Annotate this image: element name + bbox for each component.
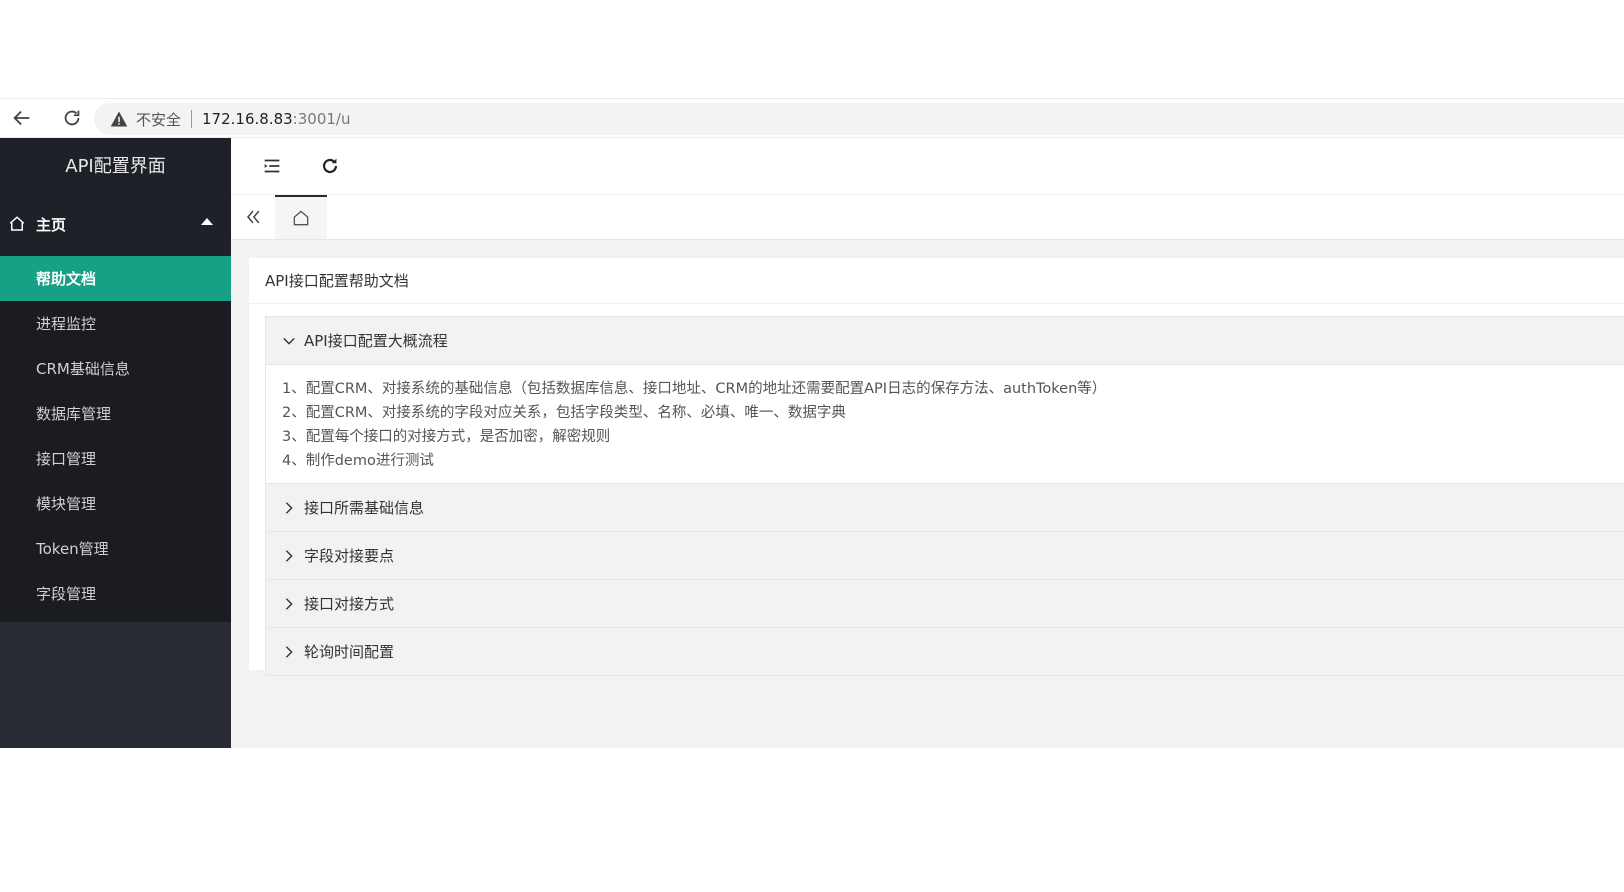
collapse-title-label: API接口配置大概流程 <box>304 332 448 350</box>
sidebar-item-database-management[interactable]: 数据库管理 <box>0 391 231 436</box>
sidebar-item-module-management[interactable]: 模块管理 <box>0 481 231 526</box>
chevron-right-icon <box>282 645 296 659</box>
tab-scroll-left-button[interactable] <box>231 195 275 239</box>
double-chevron-left-icon <box>247 210 260 224</box>
flow-step: 4、制作demo进行测试 <box>282 453 434 469</box>
collapse-panel: API接口配置大概流程 1、配置CRM、对接系统的基础信息（包括数据库信息、接口… <box>265 316 1624 676</box>
back-button[interactable] <box>0 98 44 138</box>
tab-home[interactable] <box>275 195 327 239</box>
sidebar-item-process-monitor[interactable]: 进程监控 <box>0 301 231 346</box>
warning-icon <box>110 110 128 128</box>
sidebar-menu-home[interactable]: 主页 <box>0 192 231 256</box>
browser-toolbar: 不安全 172.16.8.83 :3001/u <box>0 98 1624 138</box>
chevron-down-icon <box>282 334 296 348</box>
sidebar-submenu: 帮助文档 进程监控 CRM基础信息 数据库管理 接口管理 模块管理 Token管… <box>0 256 231 622</box>
collapse-title-label: 接口所需基础信息 <box>304 499 425 517</box>
reload-icon <box>64 110 80 126</box>
app: API配置界面 主页 帮助文档 进程监控 CRM基础信息 数据库管理 接口管理 … <box>0 138 1624 748</box>
collapse-item: 接口对接方式 <box>266 580 1624 628</box>
main-area: API接口配置帮助文档 API接口配置大概流程 1、配置CRM、对接系统的基础信… <box>231 138 1624 748</box>
refresh-icon <box>322 158 338 174</box>
collapse-title-label: 接口对接方式 <box>304 595 395 613</box>
url-host: 172.16.8.83 <box>202 110 293 128</box>
url-path: :3001/u <box>292 110 351 128</box>
sidebar-item-help-docs[interactable]: 帮助文档 <box>0 256 231 301</box>
card-title: API接口配置帮助文档 <box>249 258 1624 304</box>
collapse-title-basic-info[interactable]: 接口所需基础信息 <box>266 484 1624 531</box>
collapse-item: 字段对接要点 <box>266 532 1624 580</box>
collapse-item: 轮询时间配置 <box>266 628 1624 675</box>
flow-step: 1、配置CRM、对接系统的基础信息（包括数据库信息、接口地址、CRM的地址还需要… <box>282 381 1107 397</box>
collapse-title-interface-method[interactable]: 接口对接方式 <box>266 580 1624 627</box>
collapse-title-polling-config[interactable]: 轮询时间配置 <box>266 628 1624 675</box>
flow-step: 2、配置CRM、对接系统的字段对应关系，包括字段类型、名称、必填、唯一、数据字典 <box>282 405 846 421</box>
address-input[interactable]: 不安全 172.16.8.83 :3001/u <box>94 103 1624 135</box>
top-toolbar <box>231 138 1624 194</box>
arrow-left-icon <box>13 110 30 126</box>
tab-bar <box>231 194 1624 240</box>
sidebar-item-field-management[interactable]: 字段管理 <box>0 571 231 616</box>
collapse-title-config-flow[interactable]: API接口配置大概流程 <box>266 317 1624 364</box>
collapse-title-field-points[interactable]: 字段对接要点 <box>266 532 1624 579</box>
chevron-right-icon <box>282 597 296 611</box>
collapse-item: 接口所需基础信息 <box>266 484 1624 532</box>
sidebar-item-interface-management[interactable]: 接口管理 <box>0 436 231 481</box>
collapse-item: API接口配置大概流程 1、配置CRM、对接系统的基础信息（包括数据库信息、接口… <box>266 317 1624 484</box>
home-icon <box>8 215 26 233</box>
sidebar-item-crm-basic-info[interactable]: CRM基础信息 <box>0 346 231 391</box>
home-icon <box>293 210 309 226</box>
flow-step: 3、配置每个接口的对接方式，是否加密，解密规则 <box>282 429 611 445</box>
help-doc-card: API接口配置帮助文档 API接口配置大概流程 1、配置CRM、对接系统的基础信… <box>249 258 1624 676</box>
collapse-title-label: 字段对接要点 <box>304 547 395 565</box>
collapse-title-label: 轮询时间配置 <box>304 643 395 661</box>
refresh-button[interactable] <box>319 155 341 177</box>
chevron-right-icon <box>282 549 296 563</box>
app-title: API配置界面 <box>0 138 231 192</box>
insecure-label: 不安全 <box>136 110 182 129</box>
chevron-right-icon <box>282 501 296 515</box>
sidebar-menu-home-label: 主页 <box>36 215 67 234</box>
divider <box>191 110 193 128</box>
sidebar-item-token-management[interactable]: Token管理 <box>0 526 231 571</box>
reload-button[interactable] <box>50 98 94 138</box>
collapse-body: 1、配置CRM、对接系统的基础信息（包括数据库信息、接口地址、CRM的地址还需要… <box>266 364 1624 483</box>
caret-up-icon <box>201 218 213 225</box>
menu-toggle-button[interactable] <box>261 155 283 177</box>
menu-fold-icon <box>264 159 280 173</box>
sidebar: API配置界面 主页 帮助文档 进程监控 CRM基础信息 数据库管理 接口管理 … <box>0 138 231 748</box>
